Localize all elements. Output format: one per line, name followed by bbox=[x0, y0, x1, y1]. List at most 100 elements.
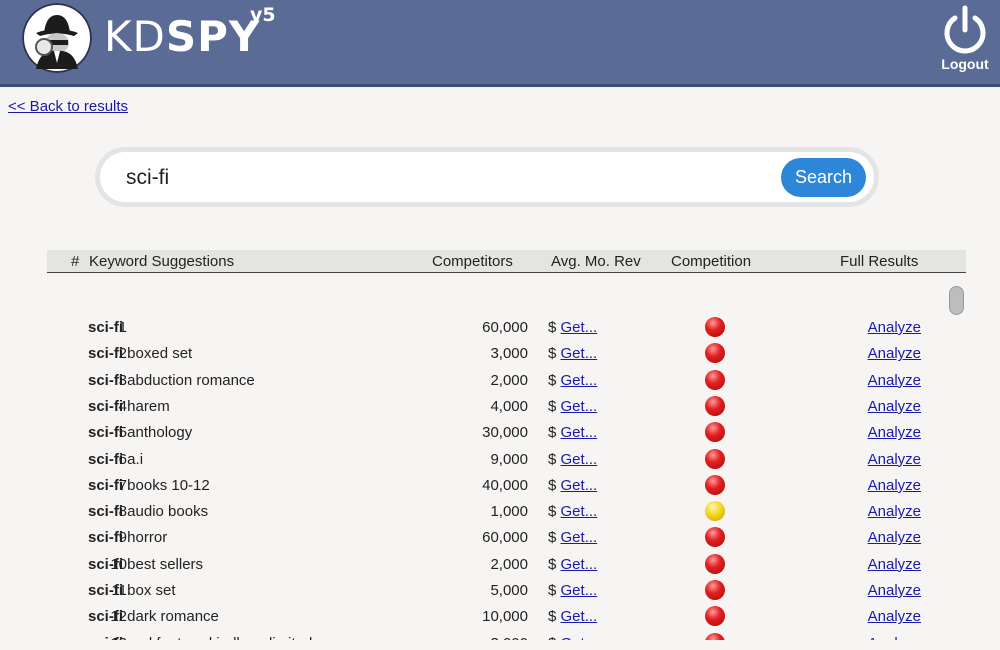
keyword-rest: horror bbox=[123, 529, 168, 547]
keyword-rest: best sellers bbox=[123, 555, 204, 573]
keyword-bold: sci-fi bbox=[88, 635, 123, 640]
analyze-link[interactable]: Analyze bbox=[868, 319, 921, 336]
table-row: 9 sci-fi horror 60,000 $ Get... Analyze bbox=[47, 525, 945, 551]
analyze-link[interactable]: Analyze bbox=[868, 503, 921, 520]
back-to-results-link[interactable]: << Back to results bbox=[8, 98, 128, 115]
revenue-prefix: $ bbox=[548, 582, 557, 599]
avg-revenue: $ Get... bbox=[548, 398, 597, 415]
results-scrollbar[interactable] bbox=[946, 274, 966, 640]
analyze-link[interactable]: Analyze bbox=[868, 556, 921, 573]
competitors-count: 3,000 bbox=[490, 635, 528, 640]
keyword-bold: sci-fi bbox=[88, 555, 124, 573]
analyze-link[interactable]: Analyze bbox=[868, 451, 921, 468]
keyword-rest: anthology bbox=[123, 424, 193, 442]
competition-indicator bbox=[705, 580, 725, 600]
revenue-prefix: $ bbox=[548, 345, 557, 363]
keyword-bold: sci-fi bbox=[88, 476, 124, 494]
table-row: 10 sci-fi best sellers 2,000 $ Get... Analyz… bbox=[47, 552, 945, 578]
keyword-rest: boxed set bbox=[123, 345, 193, 363]
keyword-bold: sci-fi bbox=[88, 582, 124, 599]
header-keyword: Keyword Suggestions bbox=[89, 253, 235, 270]
keyword-bold: sci-fi bbox=[88, 503, 124, 521]
keyword-text: sci-fi dark romance bbox=[88, 608, 219, 625]
get-revenue-link[interactable]: Get... bbox=[561, 424, 598, 441]
avg-revenue: $ Get... bbox=[548, 556, 597, 573]
revenue-prefix: $ bbox=[548, 450, 557, 468]
competition-indicator bbox=[705, 632, 725, 640]
table-row: 3 sci-fi abduction romance 2,000 $ Get... An… bbox=[47, 368, 945, 394]
analyze-link[interactable]: Analyze bbox=[868, 582, 921, 599]
revenue-prefix: $ bbox=[548, 476, 557, 494]
get-revenue-link[interactable]: Get... bbox=[561, 372, 598, 389]
analyze-link[interactable]: Analyze bbox=[868, 477, 921, 494]
search-input[interactable] bbox=[124, 152, 748, 204]
get-revenue-link[interactable]: Get... bbox=[561, 398, 598, 415]
get-revenue-link[interactable]: Get... bbox=[561, 503, 598, 520]
table-row: 1 sci-fi 60,000 $ Get... Analyze bbox=[47, 315, 945, 341]
avg-revenue: $ Get... bbox=[548, 503, 597, 520]
table-row: 13sci-fi and fantasy kindle unlimited3,0… bbox=[47, 631, 945, 640]
logo-spy: SPY bbox=[165, 12, 261, 61]
get-revenue-link[interactable]: Get... bbox=[561, 635, 598, 640]
get-revenue-link[interactable]: Get... bbox=[561, 345, 598, 362]
analyze-link[interactable]: Analyze bbox=[868, 345, 921, 362]
keyword-bold: sci-fi bbox=[88, 529, 124, 547]
avg-revenue: $ Get... bbox=[548, 635, 597, 640]
get-revenue-link[interactable]: Get... bbox=[561, 451, 598, 468]
revenue-prefix: $ bbox=[548, 608, 557, 626]
avg-revenue: $ Get... bbox=[548, 319, 597, 336]
analyze-link[interactable]: Analyze bbox=[868, 424, 921, 441]
get-revenue-link[interactable]: Get... bbox=[561, 582, 598, 599]
keyword-text: sci-fi boxed set bbox=[88, 345, 192, 362]
competition-indicator bbox=[705, 474, 725, 495]
keyword-text: sci-fi harem bbox=[88, 398, 170, 415]
competition-indicator bbox=[705, 501, 725, 522]
get-revenue-link[interactable]: Get... bbox=[561, 319, 598, 336]
revenue-prefix: $ bbox=[548, 371, 557, 389]
results-table-body: 1 sci-fi 60,000 $ Get... Analyze 2 sci-fi boxe… bbox=[47, 274, 945, 640]
revenue-prefix: $ bbox=[548, 319, 557, 336]
keyword-rest: audio books bbox=[123, 503, 209, 521]
search-bar: Search bbox=[95, 147, 879, 207]
competitors-count: 4,000 bbox=[490, 397, 528, 415]
competition-indicator bbox=[705, 527, 725, 548]
keyword-text: sci-fi audio books bbox=[88, 503, 208, 520]
competitors-count: 40,000 bbox=[482, 476, 528, 494]
header-competition: Competition bbox=[671, 253, 752, 270]
get-revenue-link[interactable]: Get... bbox=[561, 529, 598, 546]
table-row: 6 sci-fi a.i 9,000 $ Get... Analyze bbox=[47, 447, 945, 473]
competitors-count: 30,000 bbox=[482, 424, 528, 442]
get-revenue-link[interactable]: Get... bbox=[561, 556, 598, 573]
revenue-prefix: $ bbox=[548, 555, 557, 573]
analyze-link[interactable]: Analyze bbox=[868, 372, 921, 389]
table-row: 2 sci-fi boxed set 3,000 $ Get... Analyze bbox=[47, 341, 945, 367]
competitors-count: 2,000 bbox=[490, 555, 528, 573]
competitors-count: 5,000 bbox=[490, 582, 528, 599]
get-revenue-link[interactable]: Get... bbox=[561, 608, 598, 625]
keyword-rest: and fantasy kindle unlimited bbox=[123, 635, 312, 640]
table-row: 4 sci-fi harem 4,000 $ Get... Analyze bbox=[47, 394, 945, 420]
keyword-text: sci-fi abduction romance bbox=[88, 372, 255, 389]
competition-indicator bbox=[705, 448, 725, 469]
search-field-container: Search bbox=[100, 152, 874, 204]
get-revenue-link[interactable]: Get... bbox=[561, 477, 598, 494]
keyword-text: sci-fi books 10-12 bbox=[88, 477, 210, 494]
keyword-bold: sci-fi bbox=[88, 424, 124, 442]
keyword-text: sci-fi a.i bbox=[88, 451, 143, 468]
keyword-bold: sci-fi bbox=[88, 371, 124, 389]
results-table-header: # Keyword Suggestions Competitors Avg. M… bbox=[47, 250, 966, 273]
avg-revenue: $ Get... bbox=[548, 608, 597, 625]
analyze-link[interactable]: Analyze bbox=[868, 529, 921, 546]
keyword-bold: sci-fi bbox=[88, 608, 124, 626]
analyze-link[interactable]: Analyze bbox=[868, 608, 921, 625]
scrollbar-thumb[interactable] bbox=[949, 286, 964, 315]
keyword-rest: abduction romance bbox=[123, 371, 255, 389]
header-num: # bbox=[71, 253, 80, 270]
avg-revenue: $ Get... bbox=[548, 529, 597, 546]
competition-indicator bbox=[705, 553, 725, 574]
analyze-link[interactable]: Analyze bbox=[868, 398, 921, 415]
revenue-prefix: $ bbox=[548, 635, 556, 640]
analyze-link[interactable]: Analyze bbox=[868, 635, 921, 640]
logout-button[interactable]: Logout bbox=[938, 4, 992, 80]
search-button[interactable]: Search bbox=[781, 158, 866, 197]
